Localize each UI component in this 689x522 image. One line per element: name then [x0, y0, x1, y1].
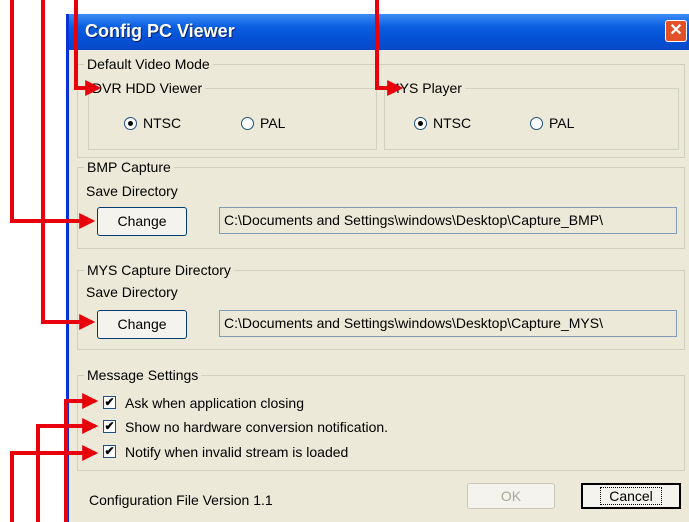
- arrow-invalid-stream: [10, 445, 99, 522]
- arrow-mys-player: [375, 0, 404, 96]
- arrow-bmp-change: [10, 0, 96, 229]
- arrow-dvr-hdd-viewer: [74, 0, 102, 96]
- annotation-arrows: [10, 0, 404, 522]
- arrow-ask-closing: [64, 393, 99, 522]
- arrow-mys-change: [41, 0, 96, 330]
